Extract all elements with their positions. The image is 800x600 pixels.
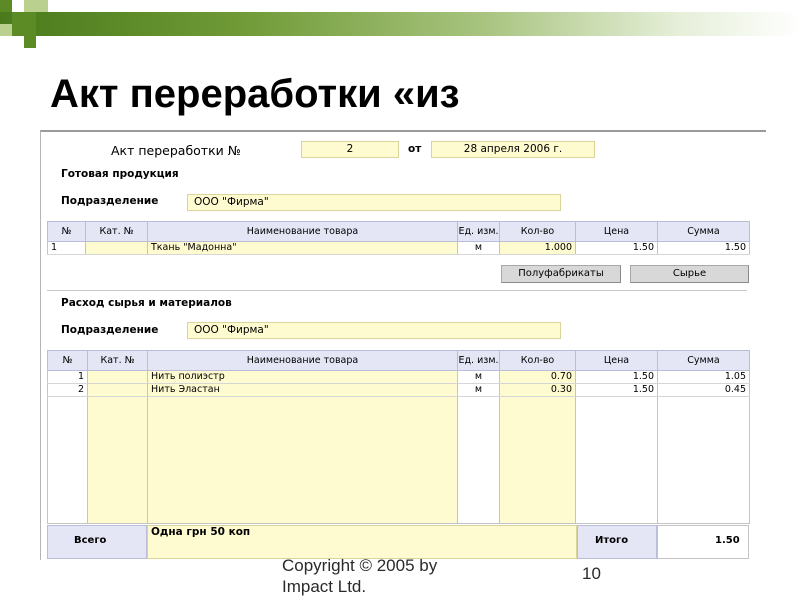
column-header: Цена — [575, 350, 658, 371]
column-header: Ед. изм. — [457, 350, 500, 371]
cell-sum: 1.05 — [657, 370, 750, 384]
cell-price: 1.50 — [575, 370, 658, 384]
section-divider — [47, 290, 747, 291]
department-field[interactable]: ООО "Фирма" — [187, 194, 561, 211]
table-row[interactable]: 1 Ткань "Мадонна" м 1.000 1.50 1.50 — [47, 241, 750, 255]
amount-in-words: Одна грн 50 коп — [151, 526, 251, 538]
table-row[interactable]: 1 Нить полиэстр м 0.70 1.50 1.05 — [47, 370, 750, 384]
act-number-field[interactable]: 2 — [301, 141, 399, 158]
itogo-value: 1.50 — [715, 535, 740, 546]
column-header: Наименование товара — [147, 221, 458, 242]
column-header: № — [47, 350, 88, 371]
act-number-label: Акт переработки № — [111, 143, 241, 158]
date-field[interactable]: 28 апреля 2006 г. — [431, 141, 595, 158]
raw-department-field[interactable]: ООО "Фирма" — [187, 322, 561, 339]
header-gradient-bar — [0, 12, 800, 36]
table-row[interactable]: 2 Нить Эластан м 0.30 1.50 0.45 — [47, 383, 750, 397]
raw-materials-heading: Расход сырья и материалов — [61, 297, 232, 309]
cell-price: 1.50 — [575, 383, 658, 397]
column-header: Кол-во — [499, 221, 576, 242]
cell-quantity[interactable]: 1.000 — [499, 241, 576, 255]
column-header: Кат. № — [87, 350, 148, 371]
finished-products-heading: Готовая продукция — [61, 168, 179, 180]
decor-square — [0, 24, 12, 36]
column-header: № — [47, 221, 86, 242]
cell-price: 1.50 — [575, 241, 658, 255]
column-header: Сумма — [657, 350, 750, 371]
cell-sum: 1.50 — [657, 241, 750, 255]
date-from-label: от — [408, 143, 422, 155]
cell-unit: м — [457, 370, 500, 384]
cell-product-name[interactable]: Ткань "Мадонна" — [147, 241, 458, 255]
decor-square — [24, 36, 36, 48]
cell-number: 2 — [47, 383, 88, 397]
column-header: Сумма — [657, 221, 750, 242]
copyright-text: Copyright © 2005 by Impact Ltd. — [282, 556, 438, 596]
total-label: Всего — [74, 535, 107, 546]
raw-materials-button[interactable]: Сырье — [630, 265, 749, 283]
cell-catalog[interactable] — [87, 383, 148, 397]
semi-products-button[interactable]: Полуфабрикаты — [501, 265, 621, 283]
cell-product-name[interactable]: Нить Эластан — [147, 383, 458, 397]
processing-act-form: Акт переработки № 2 от 28 апреля 2006 г.… — [40, 130, 766, 560]
decor-square — [36, 0, 48, 12]
empty-table-area[interactable] — [47, 396, 750, 524]
column-header: Кат. № — [85, 221, 148, 242]
slide-title: Акт переработки «из — [50, 72, 460, 116]
cell-number: 1 — [47, 241, 86, 255]
raw-materials-table: № Кат. № Наименование товара Ед. изм. Ко… — [47, 350, 750, 524]
decor-square — [0, 0, 12, 12]
cell-quantity[interactable]: 0.30 — [499, 383, 576, 397]
itogo-label: Итого — [595, 535, 629, 546]
cell-catalog[interactable] — [87, 370, 148, 384]
department-label: Подразделение — [61, 195, 159, 207]
department-label: Подразделение — [61, 324, 159, 336]
column-header: Наименование товара — [147, 350, 458, 371]
cell-quantity[interactable]: 0.70 — [499, 370, 576, 384]
column-header: Ед. изм. — [457, 221, 500, 242]
cell-product-name[interactable]: Нить полиэстр — [147, 370, 458, 384]
finished-products-table: № Кат. № Наименование товара Ед. изм. Ко… — [47, 221, 750, 255]
cell-sum: 0.45 — [657, 383, 750, 397]
cell-unit: м — [457, 383, 500, 397]
column-header: Цена — [575, 221, 658, 242]
column-header: Кол-во — [499, 350, 576, 371]
cell-unit: м — [457, 241, 500, 255]
decor-square — [24, 0, 36, 12]
cell-number: 1 — [47, 370, 88, 384]
page-number: 10 — [582, 564, 601, 583]
cell-catalog[interactable] — [85, 241, 148, 255]
decor-square — [12, 12, 36, 36]
